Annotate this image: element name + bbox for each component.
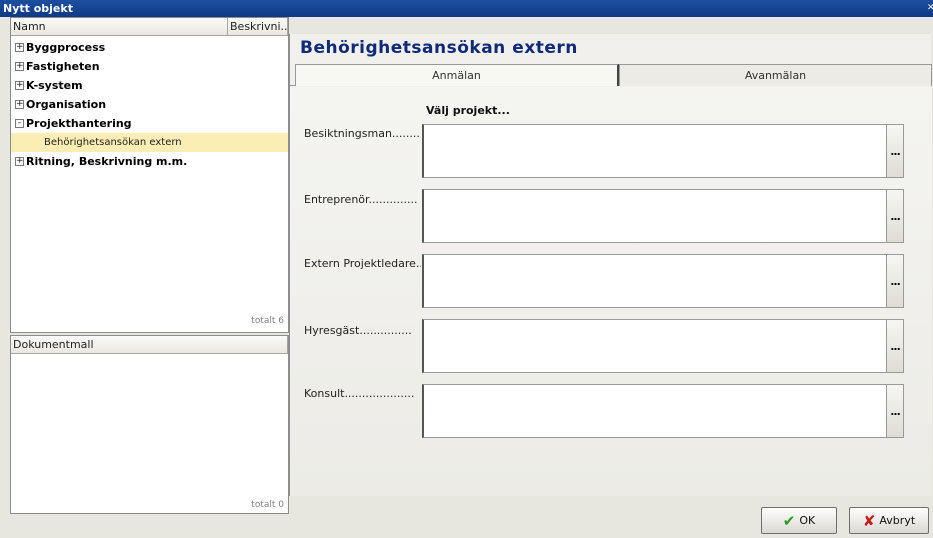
tab-bar: Anmälan Avanmälan xyxy=(290,64,932,86)
object-tree-pane: Namn Beskrivni... + Byggprocess + Fastighe… xyxy=(10,17,289,333)
field-box-extern-projektledare[interactable] xyxy=(422,254,904,308)
ok-button-label: OK xyxy=(799,514,816,527)
tree-node[interactable]: + Organisation xyxy=(11,95,288,114)
tree-child-selected[interactable]: Behörighetsansökan extern xyxy=(11,133,288,152)
collapse-icon[interactable]: - xyxy=(15,119,24,128)
column-header-description[interactable]: Beskrivni... xyxy=(228,18,288,36)
tab-avanmalan[interactable]: Avanmälan xyxy=(619,64,932,86)
select-project-link[interactable]: Välj projekt... xyxy=(426,104,510,117)
browse-button-besiktningsman[interactable]: ... xyxy=(886,124,904,178)
field-label-entreprenor: Entreprenör.............. xyxy=(304,193,418,206)
tree-node-label: Fastigheten xyxy=(26,60,100,73)
expand-icon[interactable]: + xyxy=(15,43,24,52)
object-tree: + Byggprocess + Fastigheten + K-system + Org… xyxy=(11,38,288,171)
left-panel: Namn Beskrivni... + Byggprocess + Fastighe… xyxy=(10,17,289,514)
field-box-konsult[interactable] xyxy=(422,384,904,438)
field-label-besiktningsman: Besiktningsman........ xyxy=(304,127,420,140)
window-title: Nytt objekt xyxy=(3,2,73,15)
tree-node[interactable]: + Fastigheten xyxy=(11,57,288,76)
field-label-konsult: Konsult.................... xyxy=(304,387,415,400)
browse-button-hyresgast[interactable]: ... xyxy=(886,319,904,373)
tree-node-label: Byggprocess xyxy=(26,41,106,54)
expand-icon[interactable]: + xyxy=(15,100,24,109)
field-box-besiktningsman[interactable] xyxy=(422,124,904,178)
field-box-hyresgast[interactable] xyxy=(422,319,904,373)
field-box-entreprenor[interactable] xyxy=(422,189,904,243)
tree-node[interactable]: + Ritning, Beskrivning m.m. xyxy=(11,152,288,171)
expand-icon[interactable]: + xyxy=(15,62,24,71)
form-body: Välj projekt... Besiktningsman........ .… xyxy=(290,87,932,496)
tree-node[interactable]: + Byggprocess xyxy=(11,38,288,57)
cancel-button-label: Avbryt xyxy=(879,514,916,527)
column-header-document-template[interactable]: Dokumentmall xyxy=(11,336,288,354)
dialog-window: Nytt objekt ✕ Namn Beskrivni... + Byggpro… xyxy=(0,0,933,538)
field-label-hyresgast: Hyresgäst............... xyxy=(304,324,412,337)
field-label-extern-projektledare: Extern Projektledare... xyxy=(304,257,421,270)
title-bar: Nytt objekt ✕ xyxy=(0,0,933,17)
checkmark-icon: ✔ xyxy=(782,511,796,530)
tree-node-label: Organisation xyxy=(26,98,107,111)
form-title: Behörighetsansökan extern xyxy=(300,38,578,58)
cancel-button[interactable]: ✘ Avbryt xyxy=(849,507,929,534)
document-template-pane: Dokumentmall totalt 0 xyxy=(10,335,289,514)
ok-button[interactable]: ✔ OK xyxy=(761,507,837,534)
expand-icon[interactable]: + xyxy=(15,157,24,166)
tree-total-count: totalt 6 xyxy=(251,316,284,326)
tree-node-label: Ritning, Beskrivning m.m. xyxy=(26,155,188,168)
close-icon[interactable]: ✕ xyxy=(927,0,933,17)
tree-node[interactable]: - Projekthantering xyxy=(11,114,288,133)
browse-button-konsult[interactable]: ... xyxy=(886,384,904,438)
expand-icon[interactable]: + xyxy=(15,81,24,90)
tree-node-label: Projekthantering xyxy=(26,117,132,130)
cross-icon: ✘ xyxy=(862,511,876,530)
doc-total-count: totalt 0 xyxy=(251,500,284,510)
form-panel: Behörighetsansökan extern Anmälan Avanmä… xyxy=(289,34,932,496)
column-header-name[interactable]: Namn xyxy=(11,18,228,36)
tab-anmalan[interactable]: Anmälan xyxy=(295,64,619,86)
tree-node-label: K-system xyxy=(26,79,83,92)
browse-button-extern-projektledare[interactable]: ... xyxy=(886,254,904,308)
browse-button-entreprenor[interactable]: ... xyxy=(886,189,904,243)
tree-node[interactable]: + K-system xyxy=(11,76,288,95)
